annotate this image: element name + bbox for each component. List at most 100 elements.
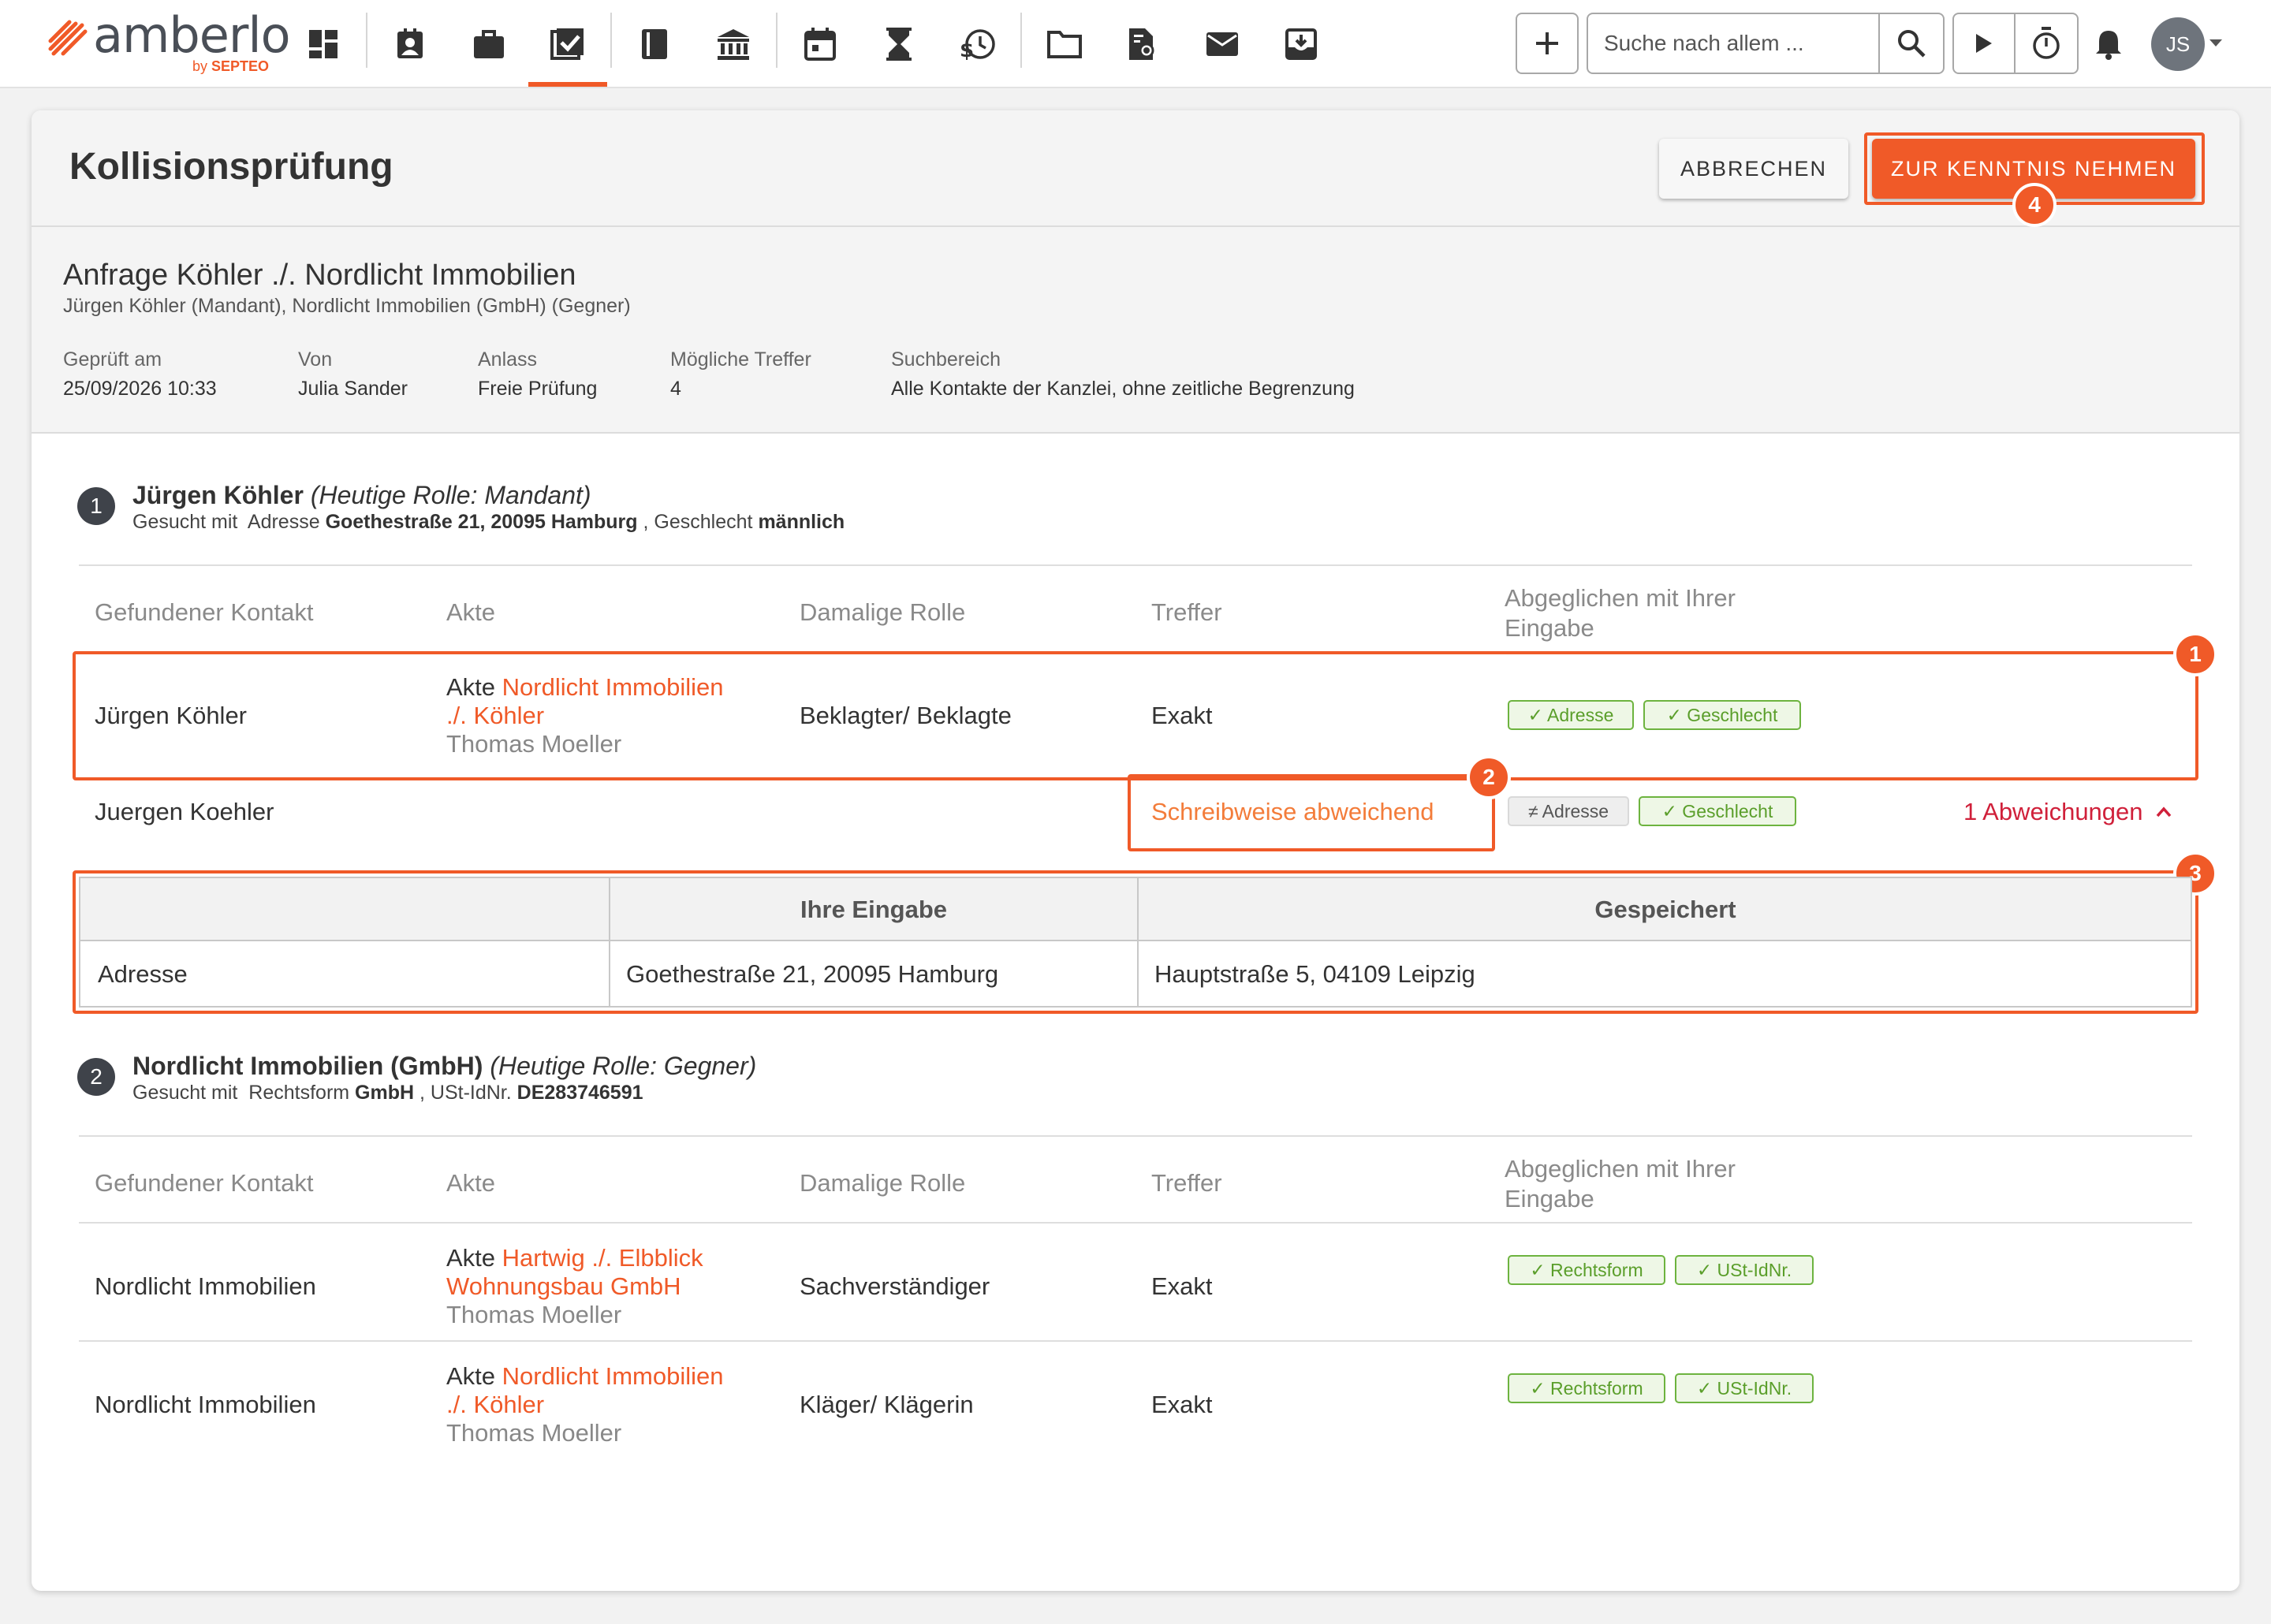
calendar-icon[interactable]	[796, 20, 844, 68]
card-header: Kollisionsprüfung ABBRECHEN ZUR KENNTNIS…	[32, 110, 2239, 227]
hourglass-icon[interactable]	[875, 20, 923, 68]
file-owner: Thomas Moeller	[446, 730, 622, 758]
divider	[79, 1135, 2192, 1137]
meta-checked-at: Geprüft am 25/09/2026 10:33	[63, 348, 217, 400]
column-header-your-input: Ihre Eingabe	[800, 896, 948, 923]
column-header-file: Akte	[446, 1169, 496, 1197]
tasks-check-icon[interactable]	[544, 20, 591, 68]
request-title: Anfrage Köhler ./. Nordlicht Immobilien	[63, 259, 576, 292]
chevron-down-icon[interactable]	[2209, 39, 2222, 47]
hit-type: Exakt	[1151, 1272, 1213, 1300]
file-owner: Thomas Moeller	[446, 1419, 622, 1447]
search-icon	[1898, 30, 1926, 58]
stopwatch-button[interactable]	[2016, 14, 2077, 73]
column-header-match: Abgeglichen mit Ihrer Eingabe	[1505, 1155, 1736, 1212]
logo-stripes-icon	[48, 20, 88, 56]
section-search-criteria: Gesucht mit Adresse Goethestraße 21, 200…	[132, 511, 845, 533]
column-header-role: Damalige Rolle	[800, 598, 966, 626]
deviation-detail-table: Ihre Eingabe Gespeichert Adresse Goethes…	[79, 877, 2192, 1008]
briefcase-icon[interactable]	[465, 20, 513, 68]
saved-value: Hauptstraße 5, 04109 Leipzig	[1154, 960, 1475, 988]
active-nav-indicator	[528, 82, 607, 87]
bank-icon[interactable]	[710, 20, 757, 68]
mail-icon[interactable]	[1199, 20, 1246, 68]
found-contact-name: Nordlicht Immobilien	[95, 1391, 316, 1418]
timer-controls	[1952, 13, 2079, 74]
former-role: Beklagter/ Beklagte	[800, 702, 1012, 729]
highlight-outline	[73, 651, 2198, 780]
deviations-toggle[interactable]: 1 Abweichungen	[1963, 798, 2172, 826]
time-money-icon[interactable]: $	[954, 20, 1001, 68]
file-link[interactable]: ./. Köhler	[446, 702, 723, 730]
dashboard-icon[interactable]	[300, 20, 347, 68]
notifications-bell-icon[interactable]	[2085, 20, 2132, 68]
contacts-icon[interactable]	[386, 20, 434, 68]
play-icon	[1976, 34, 1992, 53]
add-button[interactable]	[1516, 13, 1579, 74]
file-link[interactable]: Hartwig ./. Elbblick	[502, 1244, 703, 1272]
chevron-up-icon	[2156, 806, 2171, 818]
page-title: Kollisionsprüfung	[69, 146, 393, 188]
book-icon[interactable]	[631, 20, 678, 68]
callout-marker: 1	[2173, 632, 2217, 676]
section-number-badge: 1	[77, 487, 115, 525]
column-header-contact: Gefundener Kontakt	[95, 598, 314, 626]
match-tag-address: ✓ Adresse	[1508, 700, 1634, 730]
found-contact-name: Jürgen Köhler	[95, 702, 248, 729]
top-navigation-bar: amberlo by SEPTEO $ Suche nach allem ...…	[0, 0, 2271, 88]
deviation-field: Adresse	[98, 960, 188, 988]
file-reference: Akte Nordlicht Immobilien ./. Köhler Tho…	[446, 1362, 724, 1447]
file-link[interactable]: ./. Köhler	[446, 1391, 723, 1419]
user-avatar[interactable]: JS	[2151, 17, 2205, 71]
match-tag-gender: ✓ Geschlecht	[1643, 700, 1801, 730]
column-header-role: Damalige Rolle	[800, 1169, 966, 1197]
folder-icon[interactable]	[1041, 20, 1088, 68]
file-owner: Thomas Moeller	[446, 1301, 622, 1328]
file-link[interactable]: Nordlicht Immobilien	[502, 673, 724, 701]
section-contact-name: Jürgen Köhler (Heutige Rolle: Mandant)	[132, 481, 591, 509]
nav-separator	[1020, 13, 1022, 68]
nav-separator	[776, 13, 778, 68]
match-tag-vat-id: ✓ USt-IdNr.	[1675, 1255, 1814, 1285]
column-header-hit: Treffer	[1151, 598, 1222, 626]
search-button[interactable]	[1878, 13, 1945, 74]
callout-marker: 4	[2012, 183, 2057, 227]
section-number-badge: 2	[77, 1058, 115, 1096]
section-contact-name: Nordlicht Immobilien (GmbH) (Heutige Rol…	[132, 1052, 757, 1080]
document-search-icon[interactable]	[1120, 20, 1167, 68]
found-contact-name: Juergen Koehler	[95, 798, 274, 825]
file-reference: Akte Nordlicht Immobilien ./. Köhler Tho…	[446, 673, 724, 758]
collision-check-card: Kollisionsprüfung ABBRECHEN ZUR KENNTNIS…	[32, 110, 2239, 1591]
divider	[79, 1340, 2192, 1342]
column-header-hit: Treffer	[1151, 1169, 1222, 1197]
match-tag-legal-form: ✓ Rechtsform	[1508, 1255, 1665, 1285]
meta-occasion: Anlass Freie Prüfung	[478, 348, 598, 400]
hit-type-spelling-deviation: Schreibweise abweichend	[1151, 798, 1434, 825]
amberlo-logo[interactable]: amberlo by SEPTEO	[46, 6, 291, 77]
logo-wordmark: amberlo	[93, 6, 291, 64]
file-link[interactable]: Wohnungsbau GmbH	[446, 1272, 703, 1301]
callout-marker: 2	[1467, 755, 1511, 799]
meta-by: Von Julia Sander	[298, 348, 408, 400]
divider	[79, 564, 2192, 566]
column-header-file: Akte	[446, 598, 496, 626]
file-link[interactable]: Nordlicht Immobilien	[502, 1362, 724, 1390]
svg-text:$: $	[960, 39, 974, 61]
cancel-button[interactable]: ABBRECHEN	[1659, 139, 1848, 199]
column-header-saved: Gespeichert	[1594, 896, 1736, 923]
logo-byline: by SEPTEO	[192, 58, 270, 74]
play-timer-button[interactable]	[1954, 14, 2016, 73]
found-contact-name: Nordlicht Immobilien	[95, 1272, 316, 1300]
meta-possible-hits: Mögliche Treffer 4	[670, 348, 811, 400]
plus-icon	[1536, 32, 1558, 54]
global-search-input[interactable]: Suche nach allem ...	[1587, 13, 1880, 74]
column-header-contact: Gefundener Kontakt	[95, 1169, 314, 1197]
meta-search-scope: Suchbereich Alle Kontakte der Kanzlei, oh…	[891, 348, 1355, 400]
inbox-download-icon[interactable]	[1277, 20, 1325, 68]
hit-type: Exakt	[1151, 702, 1213, 729]
nav-separator	[366, 13, 367, 68]
hit-type: Exakt	[1151, 1391, 1213, 1418]
input-value: Goethestraße 21, 20095 Hamburg	[626, 960, 999, 988]
column-header-match: Abgeglichen mit Ihrer Eingabe	[1505, 584, 1736, 642]
mismatch-tag-address: ≠ Adresse	[1508, 796, 1629, 826]
